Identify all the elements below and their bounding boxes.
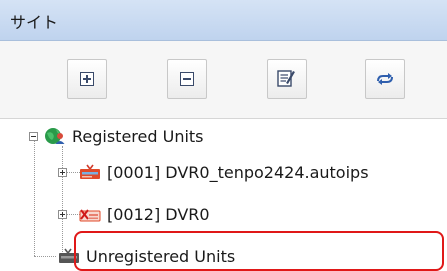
- expand-toggle-icon[interactable]: [58, 209, 67, 219]
- tree-item-registered-units[interactable]: Registered Units: [29, 122, 204, 150]
- refresh-icon: [377, 73, 393, 85]
- tree-item-label: [0001] DVR0_tenpo2424.autoips: [107, 162, 369, 182]
- plus-box-icon: [80, 72, 94, 86]
- collapse-toggle-icon[interactable]: [29, 131, 38, 141]
- expand-all-button[interactable]: [67, 59, 107, 99]
- dvr-disconnected-icon: [79, 209, 101, 222]
- tree-item-label: Registered Units: [72, 126, 204, 146]
- tree-connector: [34, 140, 35, 256]
- dvr-icon: [80, 164, 100, 179]
- edit-icon: [277, 70, 295, 87]
- highlight-box: [74, 231, 444, 271]
- tree-item-unit[interactable]: [0012] DVR0: [58, 200, 210, 228]
- edit-button[interactable]: [267, 59, 307, 99]
- globe-user-icon: [45, 128, 65, 144]
- panel-header: サイト: [0, 0, 447, 41]
- refresh-button[interactable]: [365, 59, 405, 99]
- tree-item-label: [0012] DVR0: [107, 204, 210, 224]
- toolbar: [0, 41, 447, 119]
- panel-title: サイト: [10, 13, 59, 32]
- tree-item-unit[interactable]: [0001] DVR0_tenpo2424.autoips: [58, 158, 369, 186]
- collapse-all-button[interactable]: [167, 59, 207, 99]
- minus-box-icon: [180, 72, 194, 86]
- expand-toggle-icon[interactable]: [58, 167, 67, 177]
